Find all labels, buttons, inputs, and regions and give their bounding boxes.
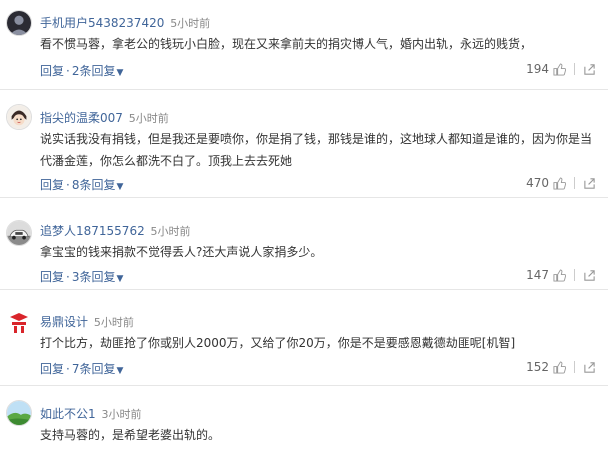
share-icon[interactable] [583,269,596,282]
comment-item: 手机用户5438237420 5小时前 看不惯马蓉，拿老公的钱玩小白脸，现在又来… [0,0,608,90]
divider [574,63,575,75]
like-button[interactable]: 470 [526,176,566,190]
default-user-avatar-icon[interactable] [6,10,32,36]
thumbs-up-icon[interactable] [553,176,566,190]
comment-actions: 回复 · 8条回复▼ [40,178,124,192]
comment-header: 易鼎设计 5小时前 [40,313,134,330]
chevron-down-icon[interactable]: ▼ [116,68,123,78]
username[interactable]: 追梦人187155762 [40,224,145,238]
timestamp: 5小时前 [170,17,211,30]
comment-meta-right: 147 [526,268,596,282]
like-button[interactable]: 147 [526,268,566,282]
comment-item: 指尖的温柔007 5小时前 说实话我没有捐钱，但是我还是要喷你，你是捐了钱，那钱… [0,90,608,198]
comment-header: 指尖的温柔007 5小时前 [40,109,169,126]
chevron-down-icon[interactable]: ▼ [116,366,123,376]
like-button[interactable]: 194 [526,62,566,76]
timestamp: 5小时前 [93,316,134,329]
comment-text: 支持马蓉的，是希望老婆出轨的。 [40,428,221,442]
car-avatar-icon[interactable] [6,220,32,246]
timestamp: 3小时前 [101,408,142,421]
comment-text: 看不惯马蓉，拿老公的钱玩小白脸，现在又来拿前夫的捐灾博人气，婚内出轨，永远的贱货… [40,37,533,51]
comment-actions: 回复 · 7条回复▼ [40,362,124,376]
like-button[interactable]: 152 [526,360,566,374]
share-icon[interactable] [583,63,596,76]
view-replies-button[interactable]: 8条回复 [72,178,116,192]
divider [574,177,575,189]
reply-button[interactable]: 回复 [40,64,64,78]
comment-actions: 回复 · 2条回复▼ [40,64,124,78]
cartoon-face-avatar-icon[interactable] [6,104,32,130]
comment-header: 手机用户5438237420 5小时前 [40,14,210,31]
red-logo-avatar-icon[interactable] [6,310,32,336]
comment-meta-right: 194 [526,62,596,76]
comment-text: 打个比方，劫匪抢了你或别人2000万，又给了你20万，你是不是要感恩戴德劫匪呢[… [40,336,516,350]
comment-meta-right: 152 [526,360,596,374]
like-count: 470 [526,176,549,190]
reply-button[interactable]: 回复 [40,270,64,284]
username[interactable]: 指尖的温柔007 [40,111,123,125]
chevron-down-icon[interactable]: ▼ [116,274,123,284]
comment-header: 追梦人187155762 5小时前 [40,222,191,239]
username[interactable]: 手机用户5438237420 [40,16,164,30]
like-count: 194 [526,62,549,76]
divider [574,269,575,281]
divider [574,361,575,373]
thumbs-up-icon[interactable] [553,62,566,76]
comment-header: 如此不公1 3小时前 [40,405,141,422]
username[interactable]: 如此不公1 [40,407,96,421]
view-replies-button[interactable]: 3条回复 [72,270,116,284]
chevron-down-icon[interactable]: ▼ [116,182,123,192]
timestamp: 5小时前 [150,225,191,238]
view-replies-button[interactable]: 2条回复 [72,64,116,78]
comment-text: 拿宝宝的钱来捐款不觉得丢人?还大声说人家捐多少。 [40,245,323,259]
reply-button[interactable]: 回复 [40,178,64,192]
like-count: 152 [526,360,549,374]
comment-item: 易鼎设计 5小时前 打个比方，劫匪抢了你或别人2000万，又给了你20万，你是不… [0,290,608,386]
like-count: 147 [526,268,549,282]
username[interactable]: 易鼎设计 [40,315,88,329]
share-icon[interactable] [583,177,596,190]
comment-text: 说实话我没有捐钱，但是我还是要喷你，你是捐了钱，那钱是谁的，这地球人都知道是谁的… [40,132,593,168]
view-replies-button[interactable]: 7条回复 [72,362,116,376]
comment-actions: 回复 · 3条回复▼ [40,270,124,284]
comment-meta-right: 470 [526,176,596,190]
landscape-avatar-icon[interactable] [6,400,32,426]
thumbs-up-icon[interactable] [553,268,566,282]
comment-item: 追梦人187155762 5小时前 拿宝宝的钱来捐款不觉得丢人?还大声说人家捐多… [0,198,608,290]
timestamp: 5小时前 [128,112,169,125]
share-icon[interactable] [583,361,596,374]
comment-item: 如此不公1 3小时前 支持马蓉的，是希望老婆出轨的。 [0,386,608,454]
reply-button[interactable]: 回复 [40,362,64,376]
thumbs-up-icon[interactable] [553,360,566,374]
